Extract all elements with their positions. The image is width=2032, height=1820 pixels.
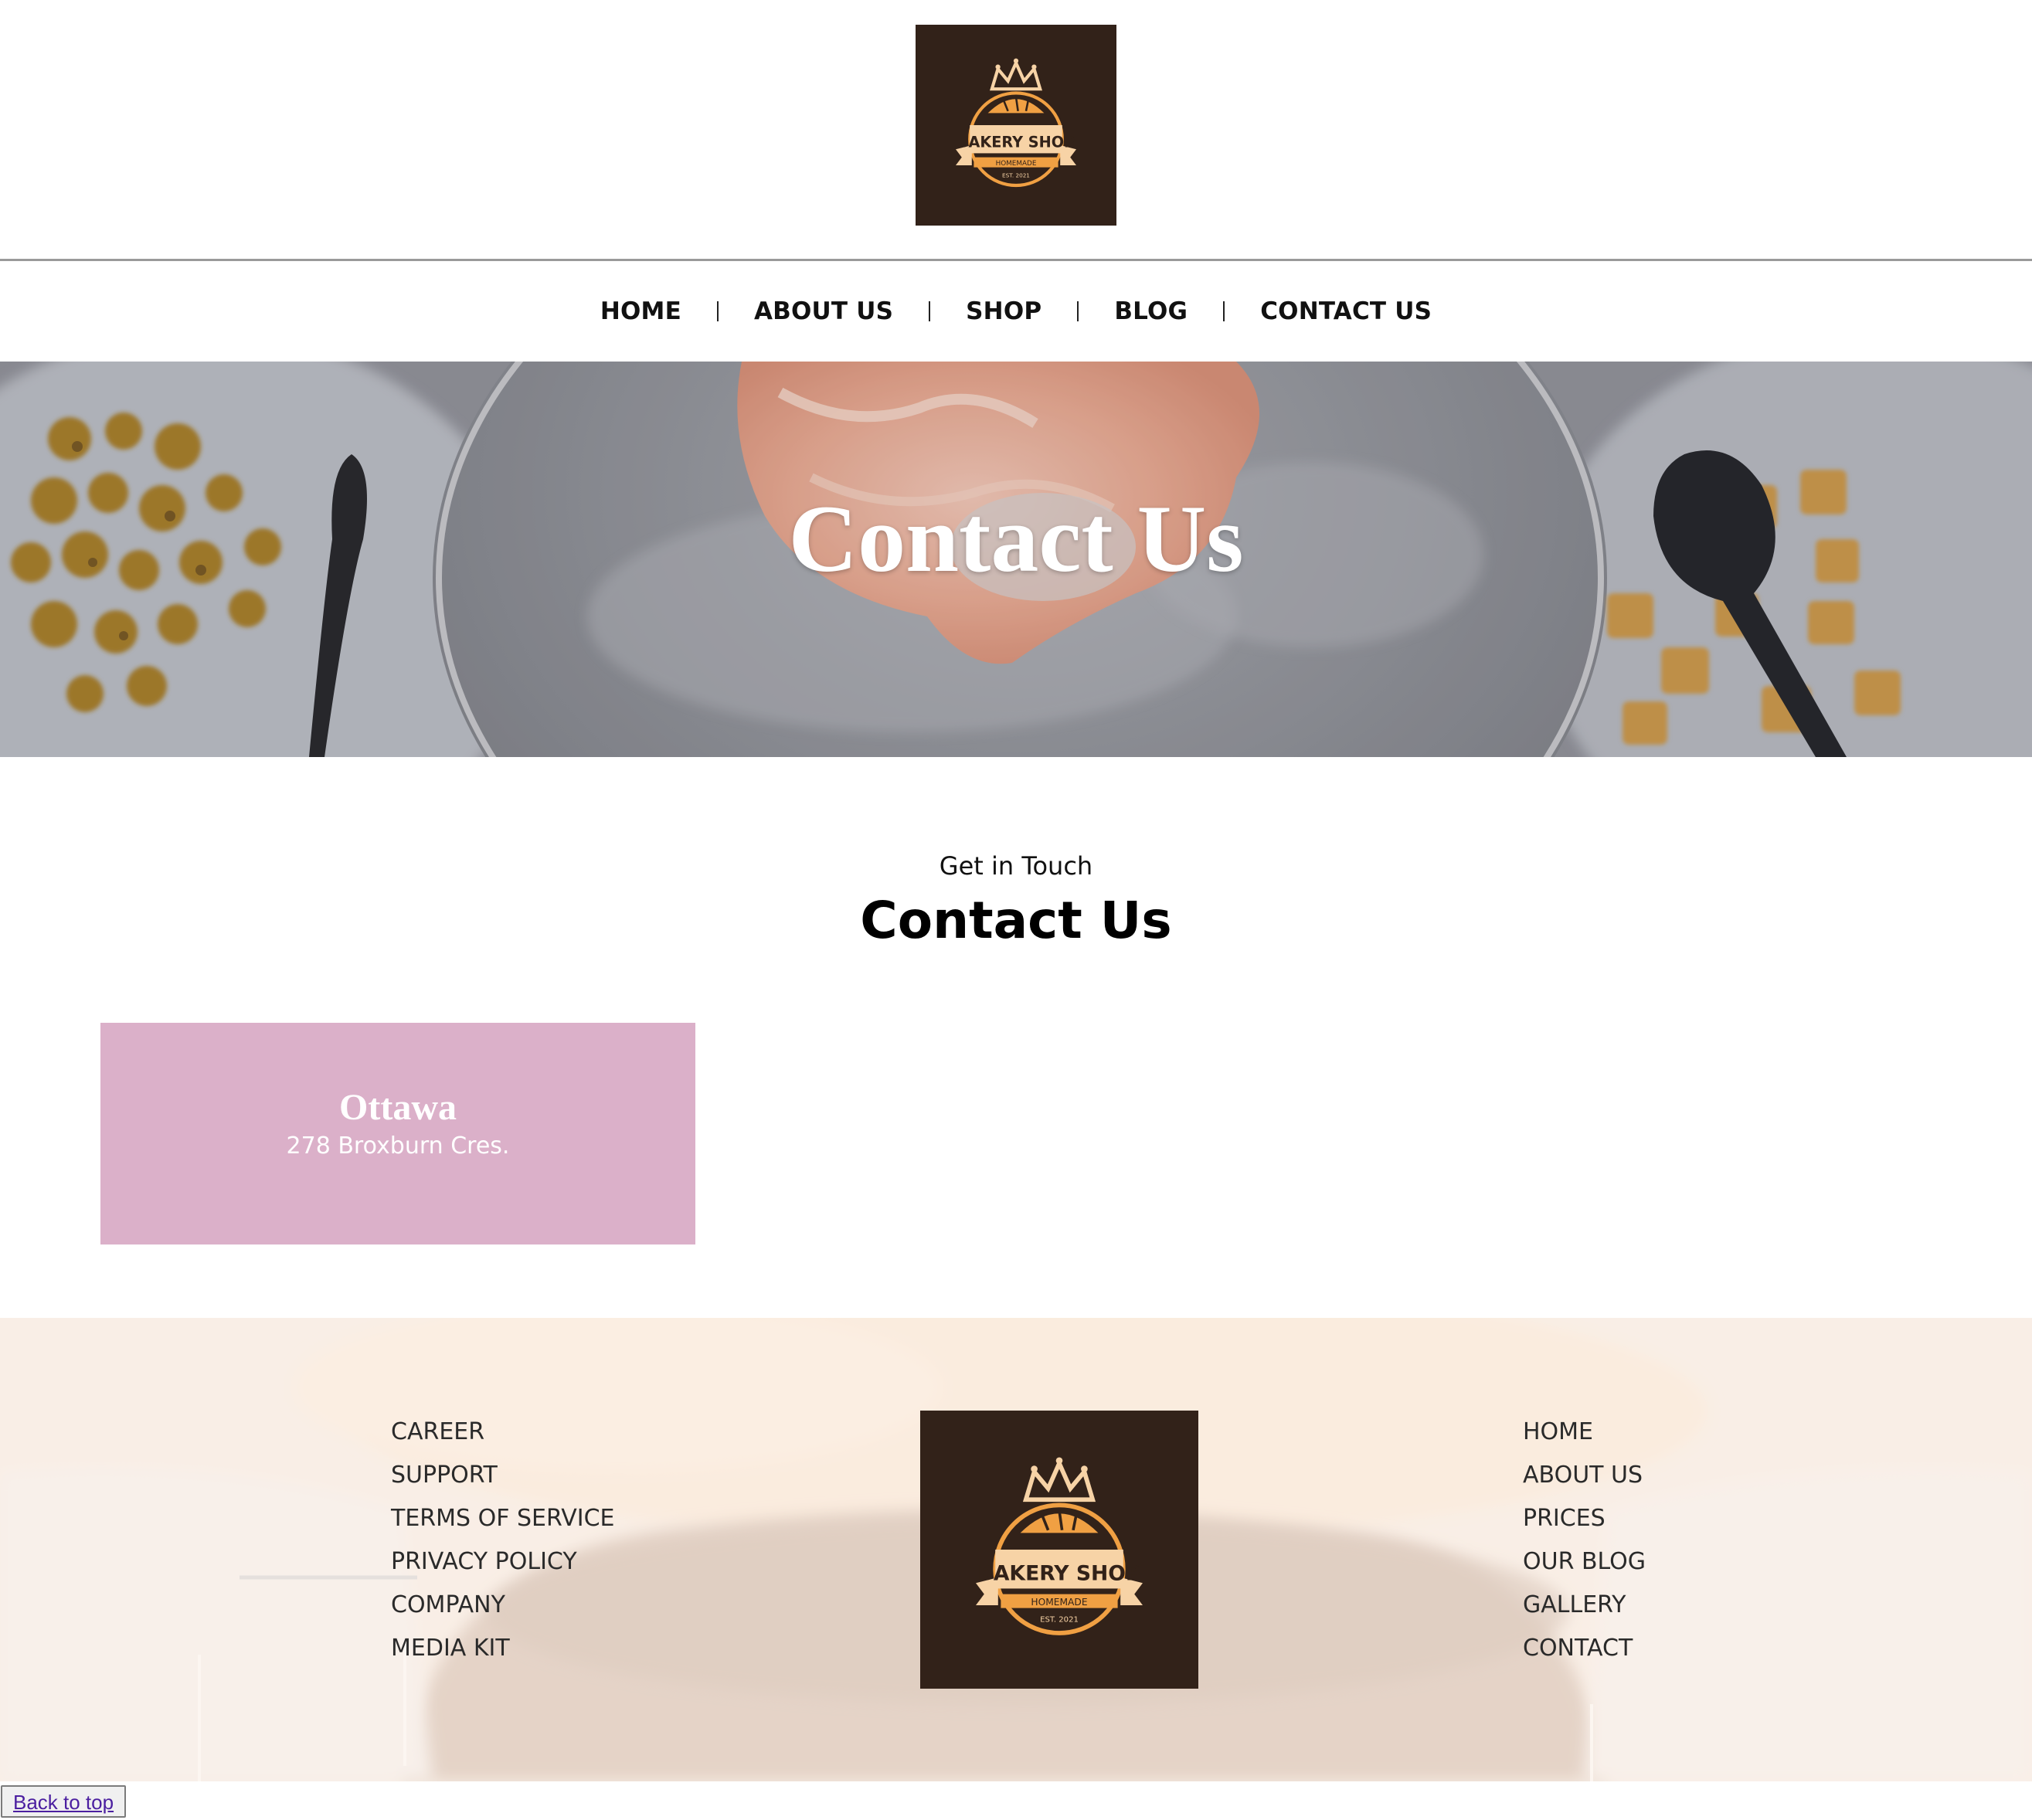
svg-text:BAKERY SHOP: BAKERY SHOP xyxy=(978,1562,1141,1586)
footer-link-home[interactable]: HOME xyxy=(1523,1411,1646,1454)
location-city: Ottawa xyxy=(339,1087,457,1128)
footer-link-contact[interactable]: CONTACT xyxy=(1523,1627,1646,1670)
site-header: BAKERY SHOP HOMEMADE EST. 2021 xyxy=(0,0,2032,261)
svg-text:HOMEMADE: HOMEMADE xyxy=(1031,1597,1087,1608)
svg-text:EST. 2021: EST. 2021 xyxy=(1040,1616,1079,1625)
section-title: Contact Us xyxy=(860,891,1172,950)
footer-link-privacy-policy[interactable]: PRIVACY POLICY xyxy=(391,1540,614,1584)
main-nav: HOME ABOUT US SHOP BLOG CONTACT US xyxy=(0,261,2032,362)
footer-link-terms-of-service[interactable]: TERMS OF SERVICE xyxy=(391,1497,614,1540)
svg-text:BAKERY SHOP: BAKERY SHOP xyxy=(957,134,1075,151)
svg-text:EST. 2021: EST. 2021 xyxy=(1002,172,1030,179)
footer-link-our-blog[interactable]: OUR BLOG xyxy=(1523,1540,1646,1584)
footer-links-left: CAREER SUPPORT TERMS OF SERVICE PRIVACY … xyxy=(391,1411,614,1670)
svg-text:HOMEMADE: HOMEMADE xyxy=(996,160,1037,168)
site-footer: CAREER SUPPORT TERMS OF SERVICE PRIVACY … xyxy=(0,1318,2032,1781)
back-to-top-button[interactable]: Back to top xyxy=(1,1785,127,1818)
hero-banner: Contact Us xyxy=(0,362,2032,757)
footer-links-right: HOME ABOUT US PRICES OUR BLOG GALLERY CO… xyxy=(1523,1411,1646,1670)
nav-about-us[interactable]: ABOUT US xyxy=(719,297,929,325)
nav-shop[interactable]: SHOP xyxy=(930,297,1077,325)
location-address: 278 Broxburn Cres. xyxy=(286,1132,510,1160)
footer-link-career[interactable]: CAREER xyxy=(391,1411,614,1454)
bakery-logo-emblem-icon: BAKERY SHOP HOMEMADE EST. 2021 xyxy=(976,1457,1143,1635)
footer-logo[interactable]: BAKERY SHOP HOMEMADE EST. 2021 xyxy=(920,1411,1198,1689)
bakery-logo-emblem-icon: BAKERY SHOP HOMEMADE EST. 2021 xyxy=(956,58,1076,188)
footer-link-media-kit[interactable]: MEDIA KIT xyxy=(391,1627,614,1670)
footer-link-about-us[interactable]: ABOUT US xyxy=(1523,1454,1646,1497)
nav-blog[interactable]: BLOG xyxy=(1079,297,1223,325)
footer-link-gallery[interactable]: GALLERY xyxy=(1523,1584,1646,1627)
footer-link-prices[interactable]: PRICES xyxy=(1523,1497,1646,1540)
location-card: Ottawa 278 Broxburn Cres. xyxy=(100,1023,695,1244)
section-kicker: Get in Touch xyxy=(939,851,1093,881)
nav-contact-us[interactable]: CONTACT US xyxy=(1225,297,1467,325)
footer-link-company[interactable]: COMPANY xyxy=(391,1584,614,1627)
hero-title: Contact Us xyxy=(788,486,1244,592)
footer-link-support[interactable]: SUPPORT xyxy=(391,1454,614,1497)
bakery-shop-logo[interactable]: BAKERY SHOP HOMEMADE EST. 2021 xyxy=(916,25,1116,226)
nav-home[interactable]: HOME xyxy=(565,297,717,325)
